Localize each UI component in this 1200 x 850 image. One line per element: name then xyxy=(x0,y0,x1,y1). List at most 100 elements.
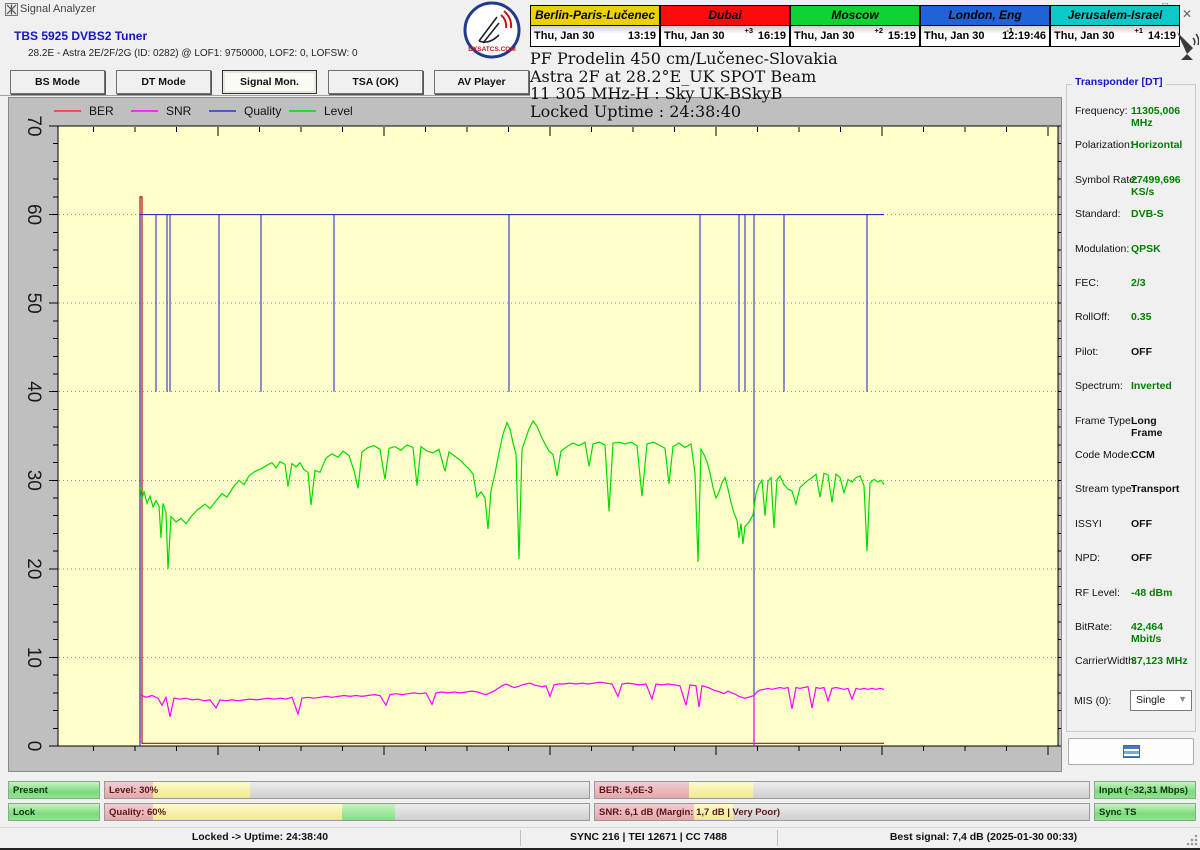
transponder-row-value: 11305,006 MHz xyxy=(1131,105,1191,129)
app-icon xyxy=(5,3,18,16)
transponder-row-label: Stream type: xyxy=(1075,483,1135,495)
statusbar-section-0: Locked -> Uptime: 24:38:40 xyxy=(0,831,520,843)
legend-label-Level: Level xyxy=(324,104,353,118)
tab-bs-mode[interactable]: BS Mode xyxy=(10,70,105,94)
transponder-row-value: Inverted xyxy=(1131,380,1172,392)
transponder-row: Symbol Rate:27499,696 KS/s xyxy=(1075,174,1191,188)
transponder-row: Stream type:Transport xyxy=(1075,483,1191,497)
progress-bar: SNR: 6,1 dB (Margin: 1,7 dB | Very Poor) xyxy=(594,803,1090,821)
clock-date: Thu, Jan 30 xyxy=(1054,30,1115,42)
signal-chart: BERSNRQualityLevel010203040506070 xyxy=(9,98,1061,771)
clock-0: Berlin-Paris-LučenecThu, Jan 3013:19 xyxy=(530,5,660,48)
feed-info-line-3: Locked Uptime : 24:38:40 xyxy=(530,103,1070,121)
statusbar: Locked -> Uptime: 24:38:40SYNC 216 | TEI… xyxy=(0,827,1200,848)
transponder-row-label: Polarization: xyxy=(1075,139,1133,151)
statusbar-divider xyxy=(777,830,778,846)
clock-utc-offset: +3 xyxy=(744,26,753,35)
clock-date: Thu, Jan 30 xyxy=(924,30,985,42)
mis-select[interactable]: Single ▼ xyxy=(1130,690,1192,711)
clock-time: 13:19 xyxy=(628,30,656,42)
world-clocks: Berlin-Paris-LučenecThu, Jan 3013:19Duba… xyxy=(530,5,1180,48)
clock-time: 12:19:46 xyxy=(1002,30,1046,42)
progress-bar: Quality: 60% xyxy=(104,803,590,821)
progress-bar-label: BER: 5,6E-3 xyxy=(599,785,653,796)
transponder-row-value: 0.35 xyxy=(1131,311,1151,323)
status-bar-end: Sync TS xyxy=(1094,803,1196,821)
transponder-row: Spectrum:Inverted xyxy=(1075,380,1191,394)
status-bar-lock: Lock xyxy=(8,803,100,821)
transponder-row-label: Symbol Rate: xyxy=(1075,174,1138,186)
clock-city: Dubai xyxy=(660,5,790,26)
transponder-row-label: ISSYI xyxy=(1075,518,1102,530)
transponder-row-value: -48 dBm xyxy=(1131,587,1172,599)
feed-info-block: PF Prodelin 450 cm/Lučenec-SlovakiaAstra… xyxy=(530,50,1070,120)
transponder-row-value: CCM xyxy=(1131,449,1155,461)
mis-label: MIS (0): xyxy=(1074,695,1111,707)
transponder-row-value: Transport xyxy=(1131,483,1179,495)
signal-chart-panel: BERSNRQualityLevel010203040506070 xyxy=(8,97,1062,772)
transponder-row-label: Pilot: xyxy=(1075,346,1098,358)
list-icon xyxy=(1123,745,1140,758)
satellite-dish-icon xyxy=(1173,28,1199,62)
transponder-row: Code Mode:CCM xyxy=(1075,449,1191,463)
feed-info-line-2: 11 305 MHz-H : Sky UK-BSkyB xyxy=(530,85,1070,103)
clock-time-row: Thu, Jan 30-112:19:46 xyxy=(920,26,1050,47)
mis-row: MIS (0): Single ▼ xyxy=(1074,695,1194,707)
transponder-row-value: 42,464 Mbit/s xyxy=(1131,621,1191,645)
dxsatcs-logo: DXSATCS.COM xyxy=(461,1,523,61)
feed-info-line-1: Astra 2F at 28.2°E_UK SPOT Beam xyxy=(530,68,1070,86)
transponder-row: NPD: OFF xyxy=(1075,552,1191,566)
transponder-row: Standard:DVB-S xyxy=(1075,208,1191,222)
transponder-row-label: Standard: xyxy=(1075,208,1121,220)
tab-dt-mode[interactable]: DT Mode xyxy=(116,70,211,94)
ytick-label-50: 50 xyxy=(23,293,44,314)
transponder-row: Frame Type:Long Frame xyxy=(1075,415,1191,429)
statusbar-divider xyxy=(520,830,521,846)
ytick-label-10: 10 xyxy=(23,647,44,668)
progress-bar: Level: 30% xyxy=(104,781,590,799)
transponder-row-label: NPD: xyxy=(1075,552,1100,564)
progress-segment-yellow xyxy=(689,782,753,798)
clock-3: London, EngThu, Jan 30-112:19:46 xyxy=(920,5,1050,48)
transponder-row: Pilot:OFF xyxy=(1075,346,1191,360)
progress-bar: BER: 5,6E-3 xyxy=(594,781,1090,799)
legend-label-SNR: SNR xyxy=(166,104,192,118)
transponder-row-value: OFF xyxy=(1131,552,1152,564)
tuner-title: TBS 5925 DVBS2 Tuner xyxy=(14,29,147,43)
transponder-row: ISSYIOFF xyxy=(1075,518,1191,532)
transponder-row-label: CarrierWidth: xyxy=(1075,655,1137,667)
transponder-row-label: FEC: xyxy=(1075,277,1099,289)
ytick-label-40: 40 xyxy=(23,381,44,402)
transponder-row-label: Modulation: xyxy=(1075,243,1129,255)
clock-time-row: Thu, Jan 30+215:19 xyxy=(790,26,920,47)
legend-label-Quality: Quality xyxy=(244,104,281,118)
tuner-subtitle: 28.2E - Astra 2E/2F/2G (ID: 0282) @ LOF1… xyxy=(28,48,358,59)
clock-1: DubaiThu, Jan 30+316:19 xyxy=(660,5,790,48)
tab-tsa-ok-[interactable]: TSA (OK) xyxy=(328,70,423,94)
statusbar-section-2: Best signal: 7,4 dB (2025-01-30 00:33) xyxy=(777,831,1190,843)
transponder-row: FEC:2/3 xyxy=(1075,277,1191,291)
clock-city: Moscow xyxy=(790,5,920,26)
clock-4: Jerusalem-IsraelThu, Jan 30+114:19 xyxy=(1050,5,1180,48)
mis-selected-value: Single xyxy=(1136,694,1165,706)
legend-label-BER: BER xyxy=(89,104,114,118)
ytick-label-0: 0 xyxy=(23,741,44,752)
transponder-row-value: QPSK xyxy=(1131,243,1161,255)
clock-city: London, Eng xyxy=(920,5,1050,26)
progress-bar-label: Quality: 60% xyxy=(109,807,166,818)
close-button[interactable]: ✕ xyxy=(1178,7,1196,21)
progress-bar-label: SNR: 6,1 dB (Margin: 1,7 dB | Very Poor) xyxy=(599,807,780,818)
signal-analyzer-window: Signal Analyzer ─ □ ✕ TBS 5925 DVBS2 Tun… xyxy=(0,0,1200,850)
transponder-row-value: 27499,696 KS/s xyxy=(1131,174,1191,198)
clock-date: Thu, Jan 30 xyxy=(664,30,725,42)
progress-segment-green xyxy=(342,804,395,820)
tab-av-player[interactable]: AV Player xyxy=(434,70,529,94)
transponder-row-value: Horizontal xyxy=(1131,139,1182,151)
tab-signal-mon-[interactable]: Signal Mon. xyxy=(222,70,317,94)
transponder-row-label: Frequency: xyxy=(1075,105,1128,117)
transponder-row: Modulation:QPSK xyxy=(1075,243,1191,257)
feed-info-line-0: PF Prodelin 450 cm/Lučenec-Slovakia xyxy=(530,50,1070,68)
transponder-row-label: RF Level: xyxy=(1075,587,1120,599)
plot-area xyxy=(58,126,1058,746)
transponder-action-button[interactable] xyxy=(1068,738,1194,765)
